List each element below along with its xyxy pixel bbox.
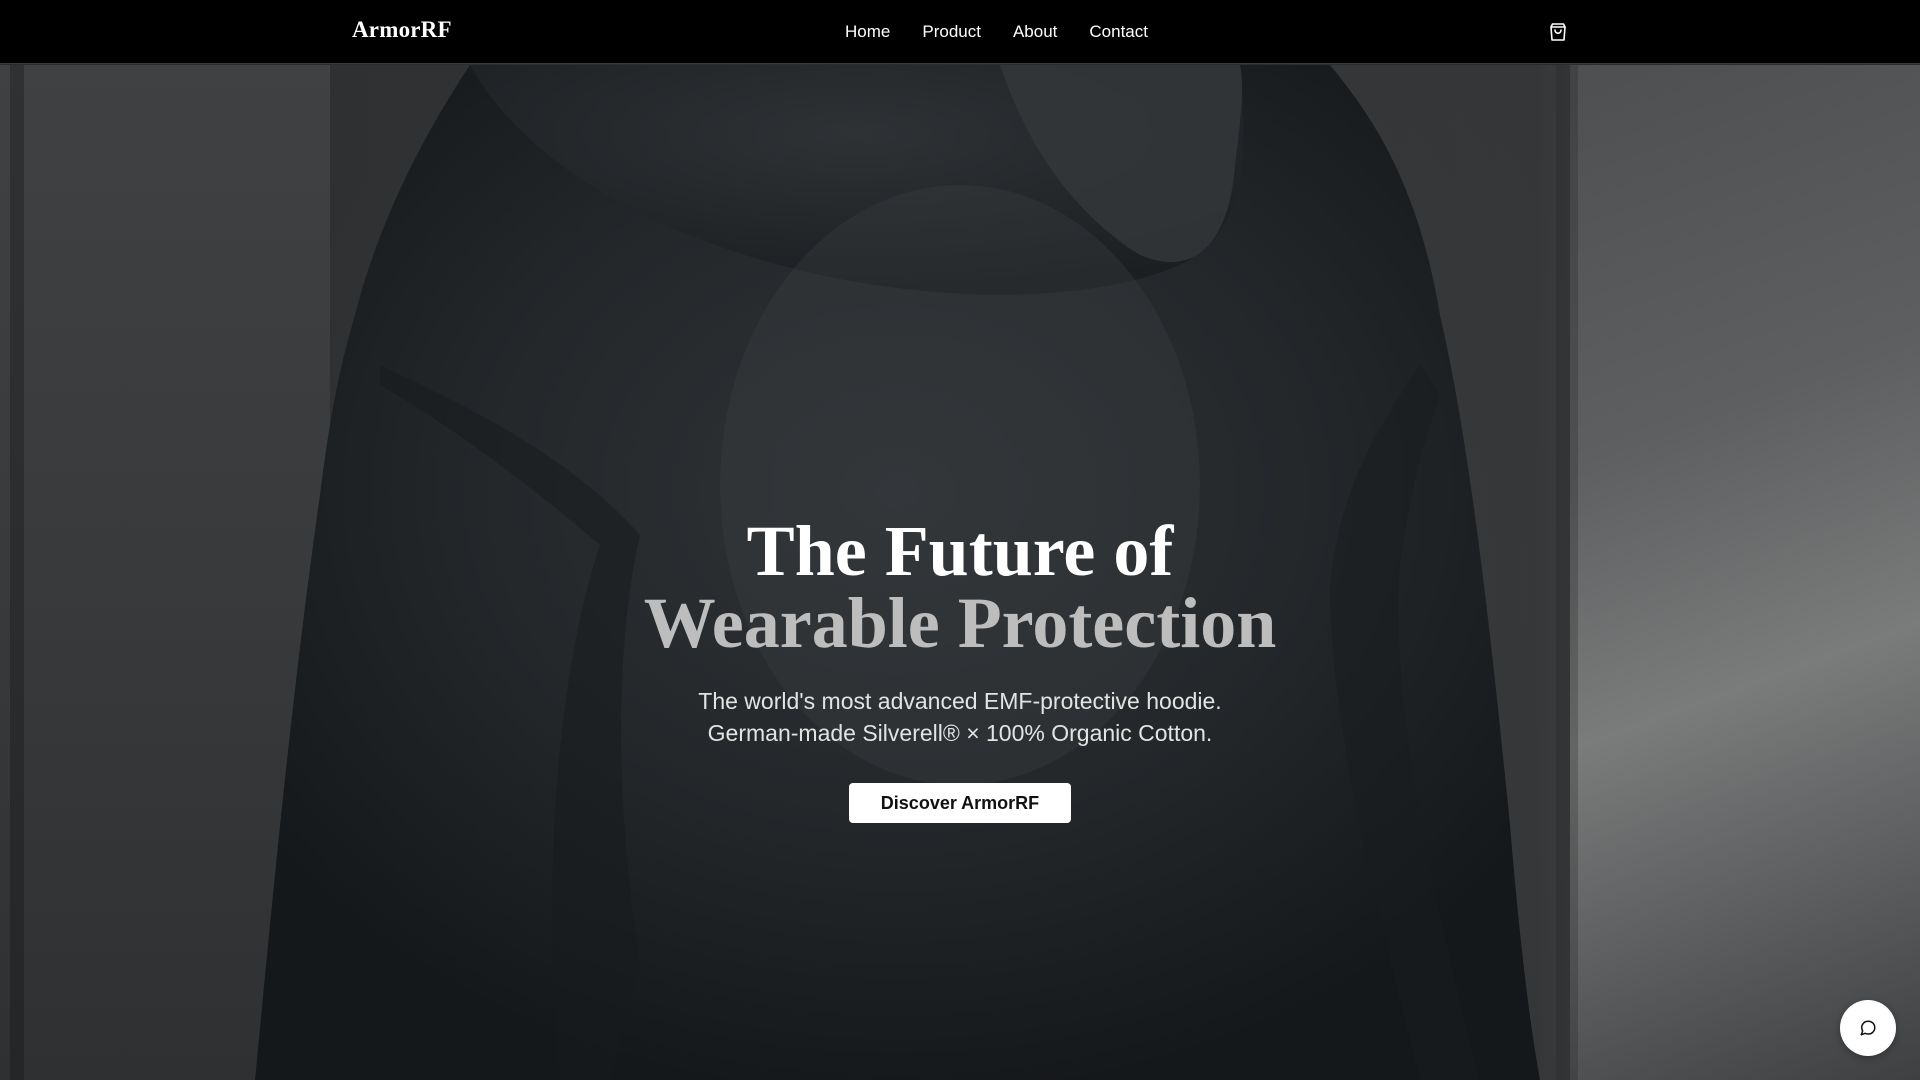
shopping-bag-icon[interactable] [1546, 20, 1570, 44]
discover-button[interactable]: Discover ArmorRF [849, 783, 1071, 823]
nav-link-about[interactable]: About [1013, 22, 1057, 42]
hero-headline: The Future of Wearable Protection [0, 515, 1920, 659]
site-header: ArmorRF Home Product About Contact [0, 0, 1920, 64]
hero-content: The Future of Wearable Protection The wo… [0, 515, 1920, 823]
nav-link-product[interactable]: Product [922, 22, 981, 42]
hero-subtitle: The world's most advanced EMF-protective… [0, 685, 1920, 749]
hero-section: The Future of Wearable Protection The wo… [0, 65, 1920, 1080]
subtitle-line-2: German-made Silverell® × 100% Organic Co… [707, 720, 1213, 746]
brand-logo[interactable]: ArmorRF [352, 17, 452, 43]
chat-bubble-icon [1860, 1020, 1876, 1036]
nav-link-home[interactable]: Home [845, 22, 890, 42]
main-nav: Home Product About Contact [845, 0, 1148, 64]
headline-line-1: The Future of [746, 511, 1174, 591]
headline-line-2: Wearable Protection [643, 583, 1277, 663]
nav-link-contact[interactable]: Contact [1089, 22, 1148, 42]
chat-widget-button[interactable] [1840, 1000, 1896, 1056]
subtitle-line-1: The world's most advanced EMF-protective… [698, 688, 1222, 714]
